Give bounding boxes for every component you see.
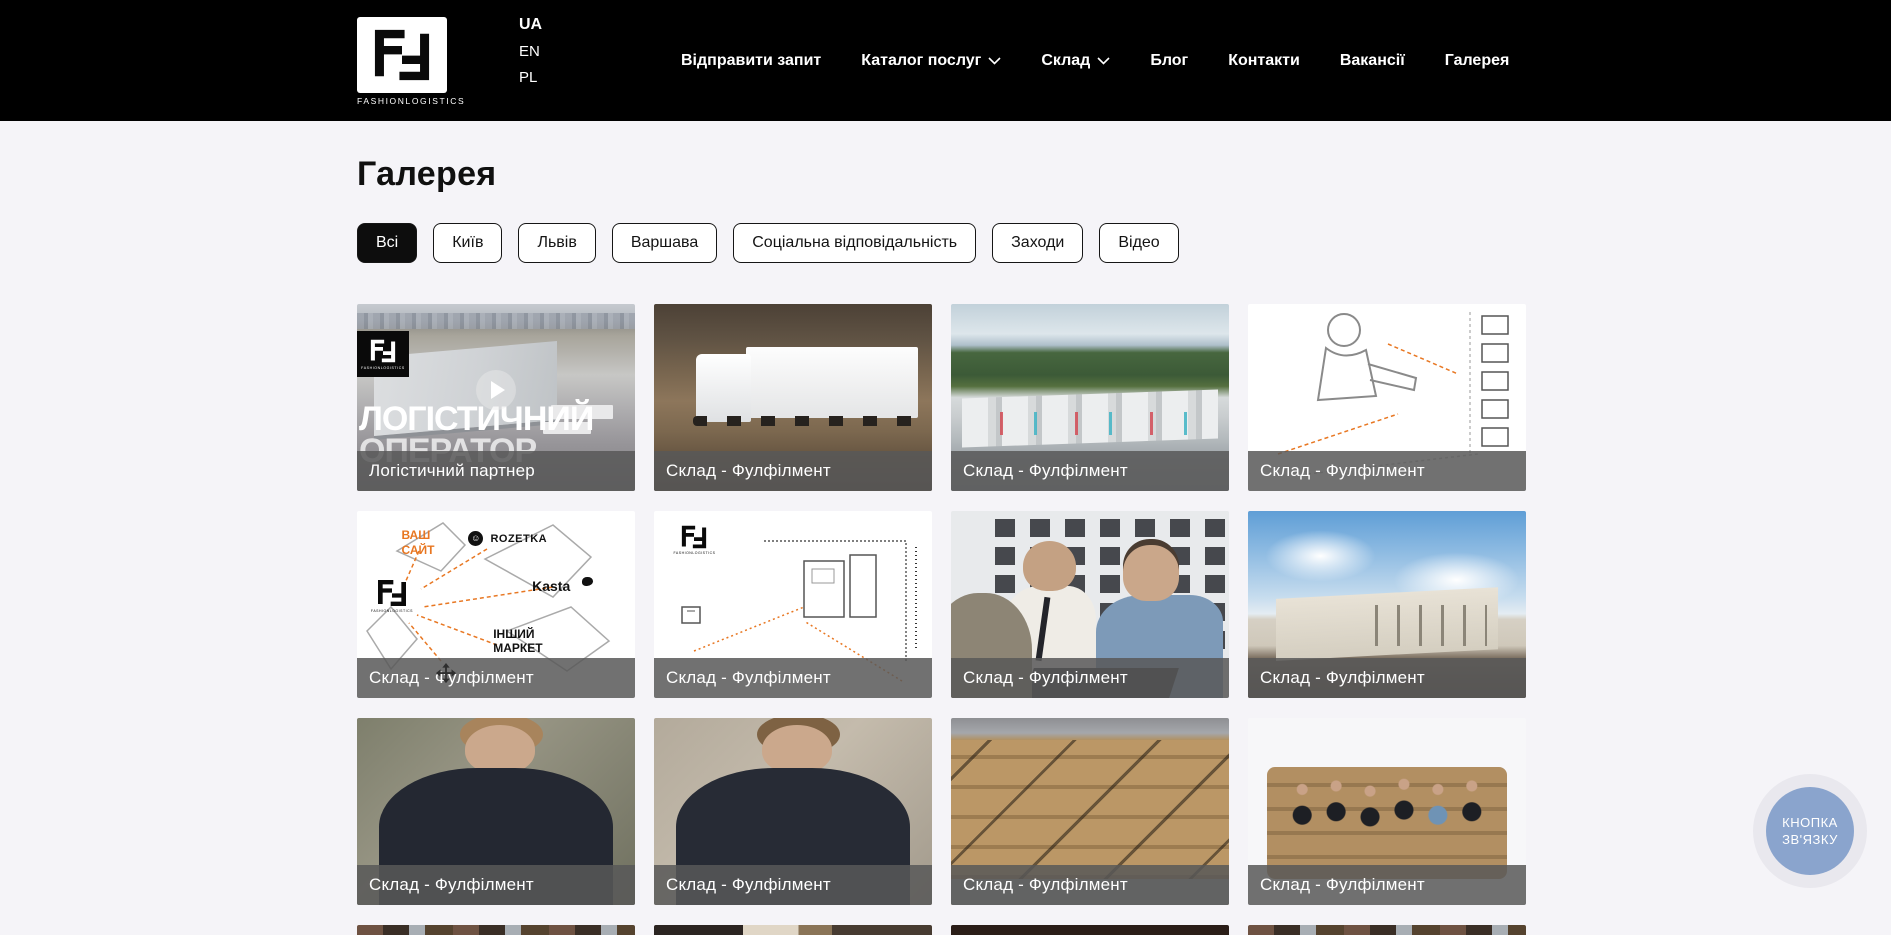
rozetka-icon: ☺ bbox=[468, 531, 483, 546]
page-title: Галерея bbox=[357, 155, 1527, 194]
brand-name: FASHIONLOGISTICS bbox=[357, 96, 447, 106]
gallery-item[interactable]: Склад - Фулфілмент bbox=[654, 304, 932, 491]
filter-events[interactable]: Заходи bbox=[992, 223, 1083, 263]
gallery-item-caption: Склад - Фулфілмент bbox=[654, 451, 932, 491]
gallery-item[interactable] bbox=[654, 925, 932, 935]
gallery-item-caption: Склад - Фулфілмент bbox=[654, 658, 932, 698]
gallery-item[interactable]: Склад - Фулфілмент bbox=[1248, 511, 1526, 698]
gallery-item-caption: Склад - Фулфілмент bbox=[951, 658, 1229, 698]
photo-thumbnail bbox=[357, 925, 635, 935]
move-cursor-icon bbox=[435, 663, 457, 690]
gallery-item-caption: Склад - Фулфілмент bbox=[1248, 451, 1526, 491]
gallery-content: Галерея Всі Київ Львів Варшава Соціальна… bbox=[357, 121, 1527, 935]
gallery-item-caption: Склад - Фулфілмент bbox=[654, 865, 932, 905]
gallery-item-caption: Склад - Фулфілмент bbox=[1248, 865, 1526, 905]
main-nav: Відправити запит Каталог послуг Склад Бл… bbox=[681, 0, 1509, 121]
diagram-label-other-market: ІНШИЙ МАРКЕТ bbox=[493, 627, 542, 656]
lang-en[interactable]: EN bbox=[519, 43, 542, 60]
gallery-item[interactable]: Склад - Фулфілмент bbox=[951, 304, 1229, 491]
filter-social-responsibility[interactable]: Соціальна відповідальність bbox=[733, 223, 976, 263]
gallery-item[interactable]: FASHIONLOGISTICS Склад - Фулфілмент bbox=[654, 511, 932, 698]
nav-warehouse[interactable]: Склад bbox=[1041, 52, 1110, 70]
gallery-item-caption: Склад - Фулфілмент bbox=[951, 451, 1229, 491]
nav-gallery[interactable]: Галерея bbox=[1445, 52, 1510, 70]
play-icon[interactable] bbox=[476, 370, 516, 410]
chevron-down-icon bbox=[988, 57, 1001, 65]
brand-logo[interactable]: FASHIONLOGISTICS bbox=[357, 17, 447, 106]
gallery-item[interactable] bbox=[951, 925, 1229, 935]
filter-warsaw[interactable]: Варшава bbox=[612, 223, 717, 263]
gallery-page: FASHIONLOGISTICS UA EN PL Відправити зап… bbox=[0, 0, 1891, 935]
filter-all[interactable]: Всі bbox=[357, 223, 417, 263]
chevron-down-icon bbox=[1097, 57, 1110, 65]
site-header: FASHIONLOGISTICS UA EN PL Відправити зап… bbox=[0, 0, 1891, 121]
gallery-item-caption: Склад - Фулфілмент bbox=[951, 865, 1229, 905]
gallery-grid: FASHIONLOGISTICS ЛОГІСТИЧНИЙ ОПЕРАТОР Ло… bbox=[357, 304, 1527, 935]
gallery-item-caption: Склад - Фулфілмент bbox=[1248, 658, 1526, 698]
photo-thumbnail bbox=[1248, 925, 1526, 935]
gallery-item[interactable]: Склад - Фулфілмент bbox=[357, 718, 635, 905]
gallery-item[interactable]: Склад - Фулфілмент bbox=[654, 718, 932, 905]
fashionlogistics-logo-icon: FASHIONLOGISTICS bbox=[371, 578, 413, 613]
language-switcher: UA EN PL bbox=[519, 16, 542, 86]
gallery-item-caption: Логістичний партнер bbox=[357, 451, 635, 491]
gallery-item-caption: Склад - Фулфілмент bbox=[357, 658, 635, 698]
fashionlogistics-logo-icon: FASHIONLOGISTICS bbox=[357, 331, 409, 377]
photo-thumbnail bbox=[654, 925, 932, 935]
gallery-item[interactable]: Склад - Фулфілмент bbox=[951, 718, 1229, 905]
diagram-label-kasta: Kasta bbox=[532, 578, 570, 594]
nav-vacancies[interactable]: Вакансії bbox=[1340, 52, 1405, 70]
diagram-label-rozetka: ROZETKA bbox=[490, 533, 547, 545]
fashionlogistics-logo-icon bbox=[357, 17, 447, 93]
filter-kyiv[interactable]: Київ bbox=[433, 223, 502, 263]
filter-lviv[interactable]: Львів bbox=[518, 223, 595, 263]
nav-contacts[interactable]: Контакти bbox=[1228, 52, 1300, 70]
gallery-item[interactable]: Склад - Фулфілмент bbox=[1248, 718, 1526, 905]
fashionlogistics-logo-icon: FASHIONLOGISTICS bbox=[673, 524, 715, 555]
gallery-item[interactable]: ВАШ САЙТ ☺ ROZETKA Kasta ІНШИЙ МАРКЕТ FA… bbox=[357, 511, 635, 698]
nav-send-request[interactable]: Відправити запит bbox=[681, 52, 821, 70]
nav-services-catalog[interactable]: Каталог послуг bbox=[861, 52, 1001, 70]
filter-video[interactable]: Відео bbox=[1099, 223, 1178, 263]
gallery-item-caption: Склад - Фулфілмент bbox=[357, 865, 635, 905]
lang-pl[interactable]: PL bbox=[519, 69, 542, 86]
gallery-item[interactable]: Склад - Фулфілмент bbox=[1248, 304, 1526, 491]
nav-blog[interactable]: Блог bbox=[1150, 52, 1188, 70]
gallery-filters: Всі Київ Львів Варшава Соціальна відпові… bbox=[357, 223, 1527, 263]
gallery-item[interactable]: Склад - Фулфілмент bbox=[951, 511, 1229, 698]
contact-widget-button[interactable]: КНОПКА ЗВ'ЯЗКУ bbox=[1766, 787, 1854, 875]
gallery-item[interactable] bbox=[1248, 925, 1526, 935]
lang-ua[interactable]: UA bbox=[519, 16, 542, 34]
photo-thumbnail bbox=[951, 925, 1229, 935]
diagram-label-your-site: ВАШ САЙТ bbox=[401, 528, 434, 558]
gallery-item[interactable] bbox=[357, 925, 635, 935]
gallery-item-video[interactable]: FASHIONLOGISTICS ЛОГІСТИЧНИЙ ОПЕРАТОР Ло… bbox=[357, 304, 635, 491]
